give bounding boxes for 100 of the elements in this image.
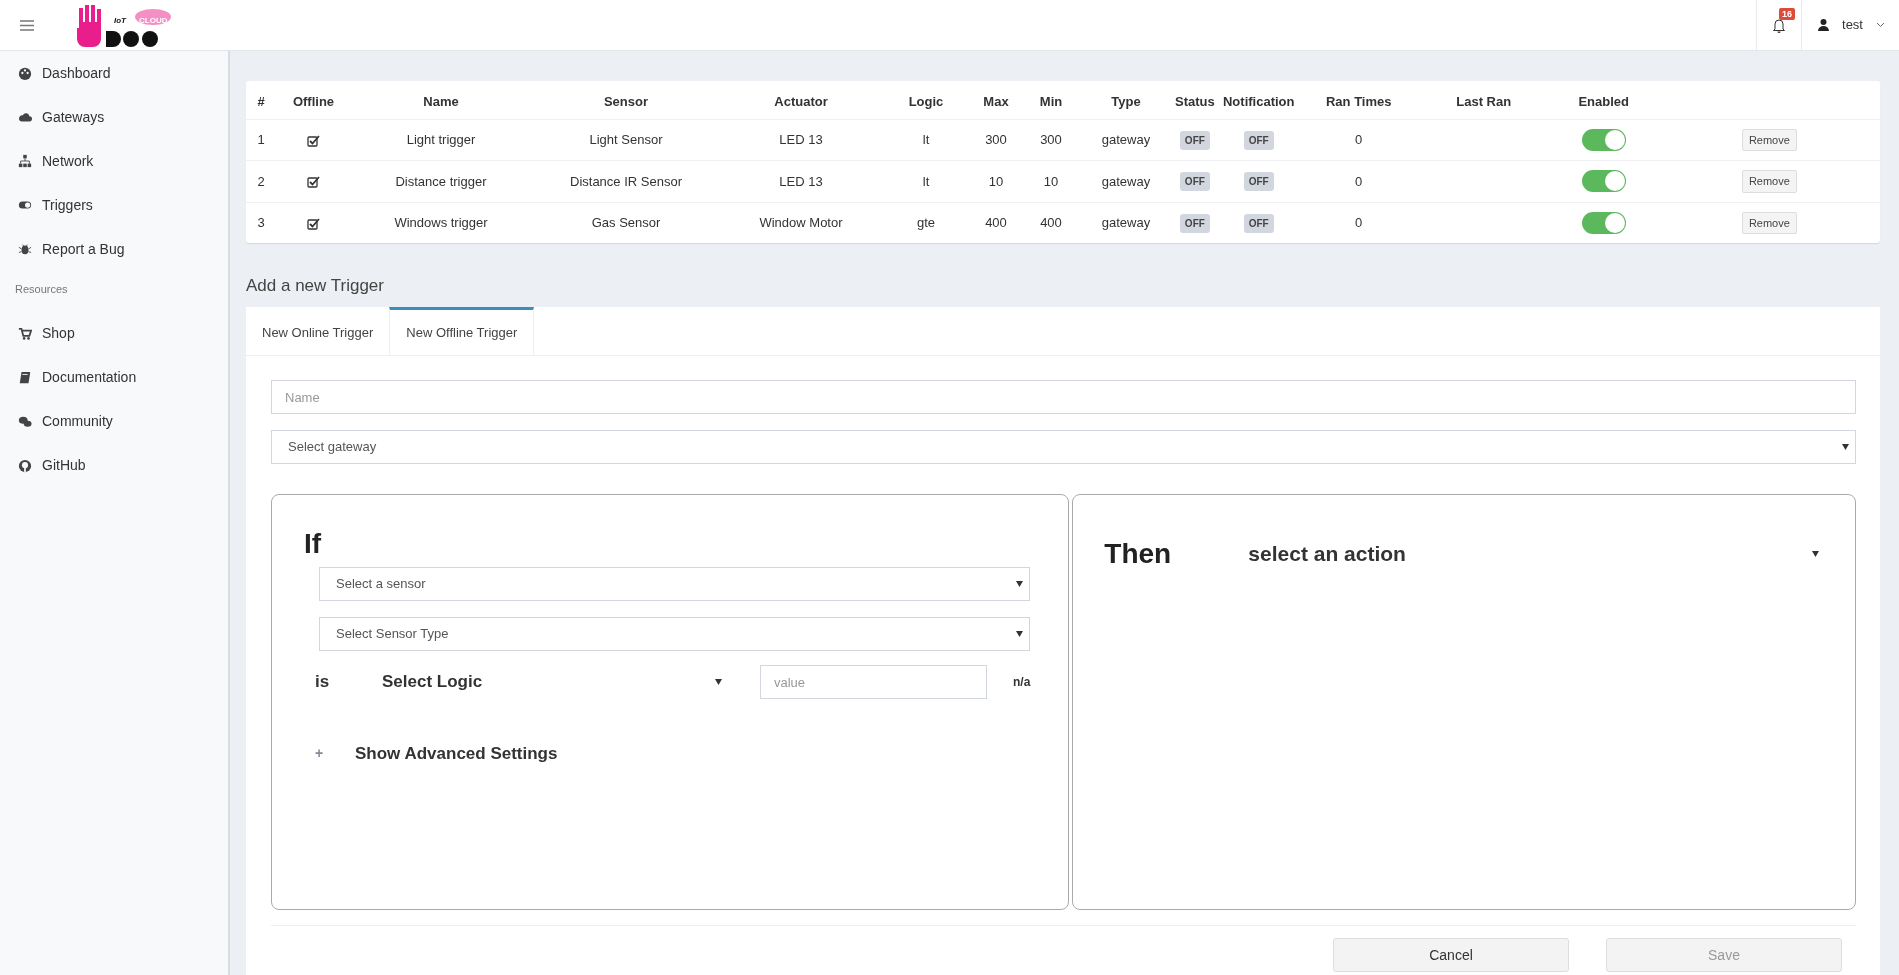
dashboard-icon xyxy=(18,66,32,80)
cloud-icon xyxy=(18,110,32,124)
table-cell: gateway xyxy=(1081,119,1171,161)
toggle-switch[interactable] xyxy=(1581,211,1626,234)
status-label: OFF xyxy=(1179,172,1210,192)
toggle-switch[interactable] xyxy=(1581,128,1626,151)
table-cell: 400 xyxy=(971,202,1021,243)
remove-button[interactable]: Remove xyxy=(1741,170,1797,193)
chat-icon xyxy=(18,414,32,429)
sidebar-item[interactable]: Shop xyxy=(0,311,228,356)
table-cell: 10 xyxy=(971,160,1021,202)
table-cell: Windows trigger xyxy=(351,202,531,243)
value-field[interactable]: value xyxy=(760,665,987,699)
bell-icon[interactable] xyxy=(1772,17,1787,33)
table-cell: 300 xyxy=(971,119,1021,161)
column-header: Enabled xyxy=(1548,81,1659,119)
toggle-switch[interactable] xyxy=(1581,170,1626,193)
table-cell: 300 xyxy=(1021,119,1081,161)
table-cell: lt xyxy=(881,160,971,202)
caret-icon xyxy=(1842,444,1849,450)
table-cell: gateway xyxy=(1081,160,1171,202)
table-cell: gateway xyxy=(1081,202,1171,243)
name-field[interactable]: Name xyxy=(271,380,1856,414)
caret-icon xyxy=(1812,551,1819,557)
cart-icon xyxy=(18,326,32,341)
table-cell: 0 xyxy=(1298,119,1419,161)
sidebar-item[interactable]: Community xyxy=(0,399,228,444)
table-cell: 2 xyxy=(246,160,276,202)
menu-icon[interactable] xyxy=(20,19,34,31)
sidebar-item[interactable]: Dashboard xyxy=(0,51,228,95)
column-header: Last Ran xyxy=(1418,81,1549,119)
is-label: is xyxy=(315,671,331,694)
column-header: Max xyxy=(971,81,1021,119)
table-cell: gte xyxy=(881,202,971,243)
unit-label: n/a xyxy=(1013,674,1031,691)
table-cell: 1 xyxy=(246,119,276,161)
advanced-settings-link[interactable]: Show Advanced Settings xyxy=(355,741,558,767)
then-heading: Then xyxy=(1104,537,1173,571)
notification-label: OFF xyxy=(1243,130,1274,150)
table-cell: 0 xyxy=(1298,160,1419,202)
caret-icon xyxy=(715,679,722,685)
sidebar-section-label: Resources xyxy=(14,282,69,297)
column-header: Notification xyxy=(1218,81,1299,119)
action-select[interactable]: select an action xyxy=(1248,538,1819,570)
expand-icon[interactable]: + xyxy=(315,743,355,765)
remove-button[interactable]: Remove xyxy=(1741,128,1797,151)
status-label: OFF xyxy=(1179,130,1210,150)
caret-icon xyxy=(1016,631,1024,637)
table-cell: Distance trigger xyxy=(351,160,531,202)
notification-label: OFF xyxy=(1243,213,1274,233)
user-icon xyxy=(1818,19,1830,31)
table-cell: Distance IR Sensor xyxy=(531,160,721,202)
logic-select[interactable]: Select Logic xyxy=(382,669,722,695)
sensor-select[interactable]: Select a sensor xyxy=(319,567,1031,601)
column-header: Min xyxy=(1021,81,1081,119)
sidebar-item[interactable]: Network xyxy=(0,139,228,183)
sidebar-item[interactable]: Report a Bug xyxy=(0,227,228,271)
column-header: Ran Times xyxy=(1298,81,1419,119)
table-cell: 400 xyxy=(1021,202,1081,243)
sidebar-item[interactable]: Triggers xyxy=(0,183,228,227)
bug-icon xyxy=(18,242,32,256)
tab[interactable]: New Online Trigger xyxy=(246,306,390,355)
table-cell: LED 13 xyxy=(721,119,881,161)
github-icon xyxy=(18,458,32,473)
section-title: Add a new Trigger xyxy=(246,275,385,297)
sidebar-item[interactable]: Documentation xyxy=(0,355,228,400)
column-header: Type xyxy=(1081,81,1171,119)
column-header: Offline xyxy=(276,81,351,119)
table-cell: 0 xyxy=(1298,202,1419,243)
book-icon xyxy=(18,370,32,385)
table-cell: Light trigger xyxy=(351,119,531,161)
sidebar-item[interactable]: Gateways xyxy=(0,95,228,139)
form-button[interactable]: Cancel xyxy=(1333,938,1569,972)
chevron-down-icon[interactable] xyxy=(1876,22,1885,28)
table-cell: 10 xyxy=(1021,160,1081,202)
logo[interactable]: IoT CLOUD xyxy=(74,2,174,48)
sidebar-item[interactable]: GitHub xyxy=(0,443,228,488)
user-name[interactable]: test xyxy=(1842,15,1863,35)
column-header: Status xyxy=(1171,81,1219,119)
notification-label: OFF xyxy=(1243,172,1274,192)
table-cell: Gas Sensor xyxy=(531,202,721,243)
network-icon xyxy=(18,154,32,168)
table-cell: 3 xyxy=(246,202,276,243)
if-heading: If xyxy=(304,527,323,561)
column-header: Sensor xyxy=(531,81,721,119)
table-cell: Window Motor xyxy=(721,202,881,243)
gateway-select[interactable]: Select gateway xyxy=(271,430,1856,464)
column-header: Name xyxy=(351,81,531,119)
column-header: # xyxy=(246,81,276,119)
column-header: Logic xyxy=(881,81,971,119)
brand-tag: IoT xyxy=(114,15,126,27)
status-label: OFF xyxy=(1179,213,1210,233)
remove-button[interactable]: Remove xyxy=(1741,211,1797,234)
sensor-type-select[interactable]: Select Sensor Type xyxy=(319,617,1031,651)
caret-icon xyxy=(1016,581,1024,587)
table-cell: LED 13 xyxy=(721,160,881,202)
brand-cloud: CLOUD xyxy=(139,15,168,27)
table-cell: Light Sensor xyxy=(531,119,721,161)
table-cell: lt xyxy=(881,119,971,161)
column-header: Actuator xyxy=(721,81,881,119)
